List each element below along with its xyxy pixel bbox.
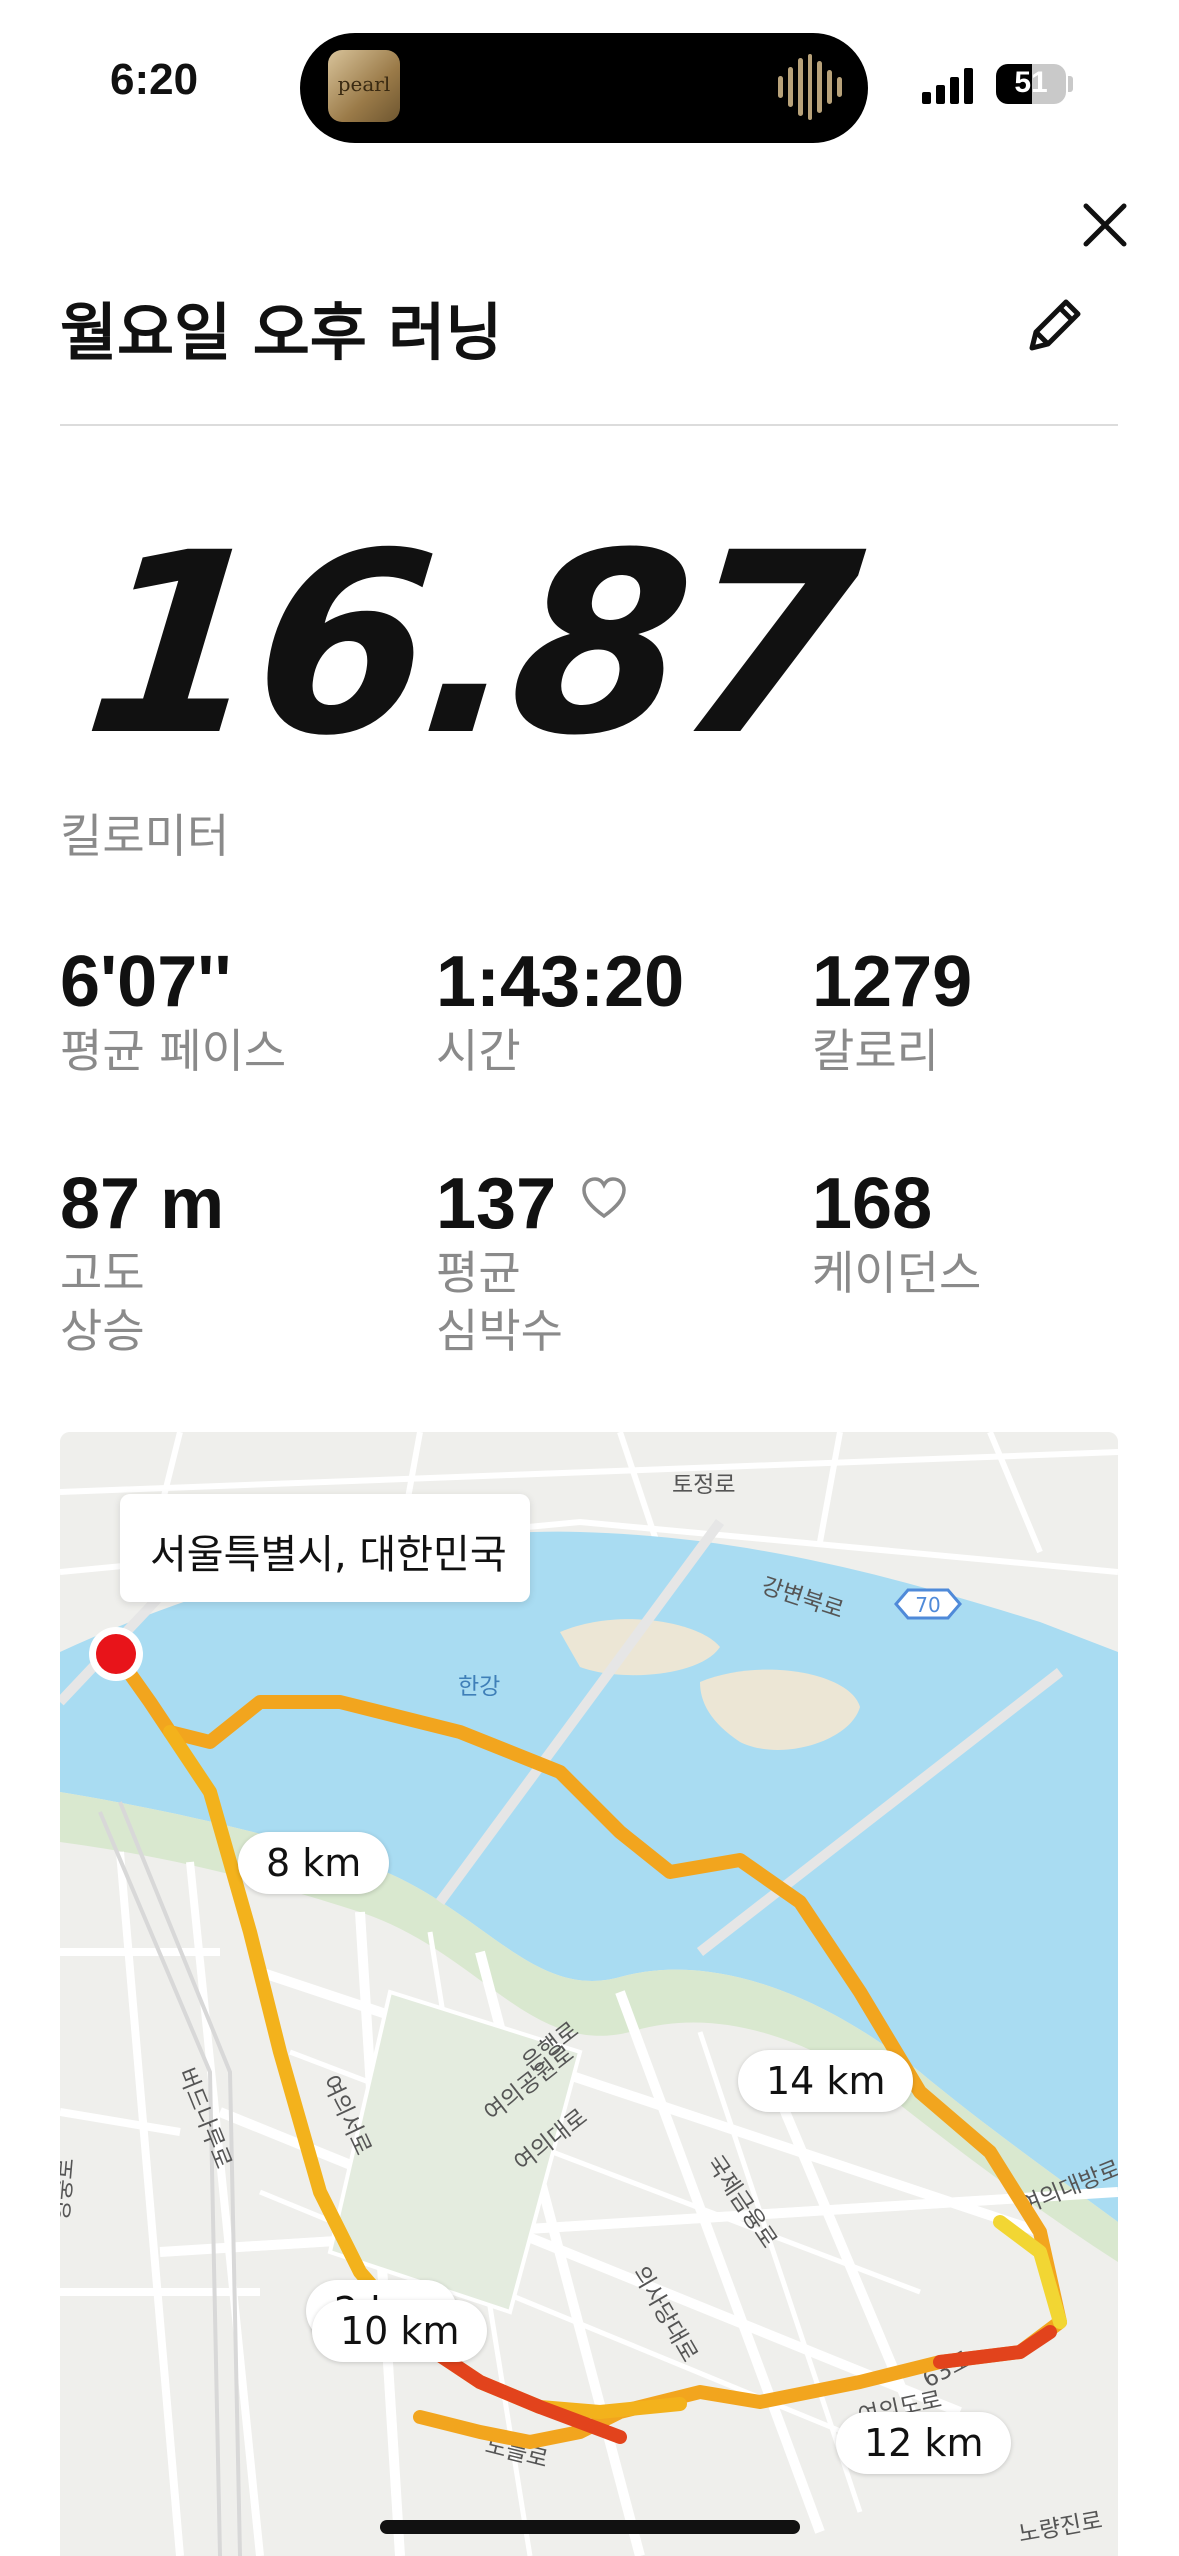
duration-value: 1:43:20 [436, 942, 685, 1022]
avg-pace-value: 6'07'' [60, 942, 232, 1022]
start-marker [96, 1634, 136, 1674]
heart-rate-label-line1: 평균 [436, 1246, 521, 1300]
heart-icon [582, 1177, 626, 1219]
cadence-label: 케이던스 [812, 1246, 982, 1300]
river-label-hangang: 한강 [458, 1674, 500, 1700]
header-divider [60, 424, 1118, 426]
now-playing-artwork[interactable]: pearl [328, 50, 400, 122]
km-marker-12: 12 km [836, 2412, 1012, 2474]
elevation-value: 87 m [60, 1164, 225, 1244]
status-time: 6:20 [110, 55, 199, 104]
elevation-label-line2: 상승 [60, 1304, 145, 1358]
pencil-icon[interactable] [1018, 292, 1088, 362]
heart-rate-value: 137 [436, 1164, 557, 1244]
km-marker-10: 10 km [312, 2300, 488, 2362]
distance-value: 16.87 [74, 499, 867, 790]
road-label-tojeong: 토정로 [672, 1472, 735, 1498]
duration-label: 시간 [436, 1024, 521, 1078]
heart-rate-label-line2: 심박수 [436, 1304, 563, 1358]
calories-label: 칼로리 [812, 1024, 939, 1078]
activity-title: 월요일 오후 러닝 [60, 296, 503, 369]
km-marker-8: 8 km [238, 1832, 390, 1894]
battery-level: 51 [1014, 66, 1048, 99]
cadence-value: 168 [812, 1164, 933, 1244]
location-card: 서울특별시, 대한민국 [120, 1494, 530, 1602]
distance-unit: 킬로미터 [60, 809, 230, 863]
elevation-label-line1: 고도 [60, 1246, 145, 1300]
avg-pace-label: 평균 페이스 [60, 1024, 287, 1078]
close-icon[interactable] [1080, 200, 1130, 250]
highway-badge: 70 [915, 1593, 940, 1617]
audio-waveform-icon [778, 52, 843, 122]
location-label: 서울특별시, 대한민국 [150, 1532, 507, 1578]
battery-icon: 51 [996, 64, 1066, 104]
home-indicator[interactable] [380, 2520, 800, 2534]
calories-value: 1279 [812, 942, 973, 1022]
km-marker-14: 14 km [738, 2050, 914, 2112]
cellular-signal-icon [922, 66, 973, 104]
battery-nub [1068, 76, 1073, 92]
